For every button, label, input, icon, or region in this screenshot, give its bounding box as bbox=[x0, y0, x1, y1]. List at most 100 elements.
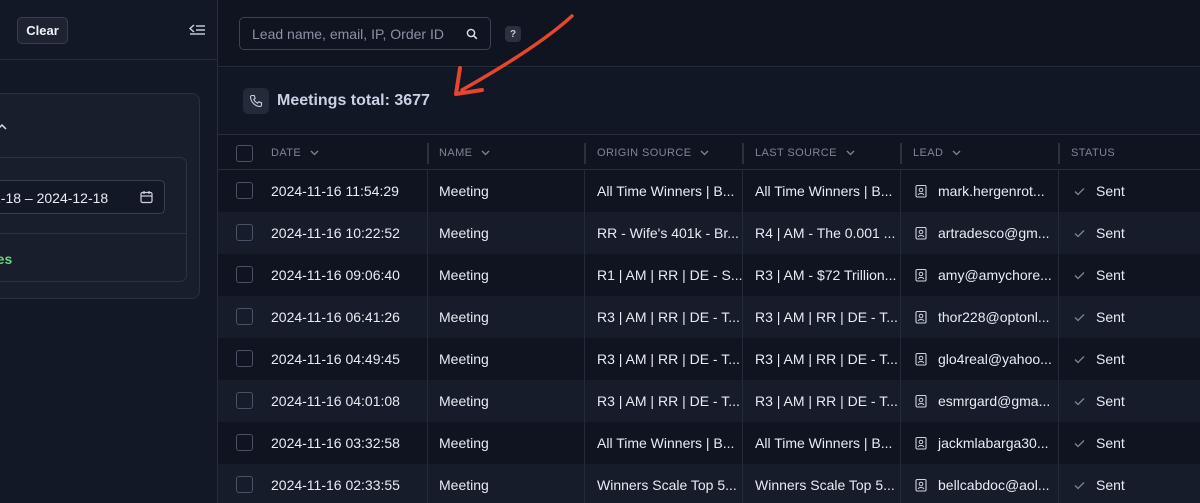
date-range-panel: 2-18 – 2024-12-18 tes bbox=[0, 157, 187, 282]
table-row[interactable]: 2024-11-16 03:32:58 Meeting All Time Win… bbox=[218, 422, 1200, 464]
table-row[interactable]: 2024-11-16 09:06:40 Meeting R1 | AM | RR… bbox=[218, 254, 1200, 296]
origin-source-cell: R1 | AM | RR | DE - S... bbox=[597, 267, 742, 283]
date-range-value: 2-18 – 2024-12-18 bbox=[0, 190, 109, 206]
column-header-status[interactable]: STATUS bbox=[1071, 136, 1115, 170]
origin-source-cell: R3 | AM | RR | DE - T... bbox=[597, 393, 740, 409]
lead-email: bellcabdoc@aol... bbox=[938, 477, 1050, 493]
row-checkbox[interactable] bbox=[236, 266, 253, 283]
search-input[interactable] bbox=[240, 18, 458, 49]
lead-email: esmrgard@gma... bbox=[938, 393, 1051, 409]
table-row[interactable]: 2024-11-16 06:41:26 Meeting R3 | AM | RR… bbox=[218, 296, 1200, 338]
divider bbox=[0, 233, 187, 234]
column-divider bbox=[742, 170, 743, 503]
page-header: Meetings total: 3677 bbox=[218, 68, 1200, 135]
status-cell: Sent bbox=[1074, 296, 1194, 338]
status-label: Sent bbox=[1096, 477, 1125, 493]
status-cell: Sent bbox=[1074, 380, 1194, 422]
lead-cell[interactable]: mark.hergenrot... bbox=[915, 170, 1058, 212]
row-checkbox[interactable] bbox=[236, 224, 253, 241]
name-cell: Meeting bbox=[439, 477, 489, 493]
table-row[interactable]: 2024-11-16 04:49:45 Meeting R3 | AM | RR… bbox=[218, 338, 1200, 380]
status-cell: Sent bbox=[1074, 212, 1194, 254]
column-resizer[interactable] bbox=[742, 143, 744, 164]
contact-badge-icon bbox=[915, 352, 927, 366]
column-resizer[interactable] bbox=[584, 143, 586, 164]
date-cell: 2024-11-16 04:01:08 bbox=[271, 393, 400, 409]
column-resizer[interactable] bbox=[1058, 143, 1060, 164]
date-cell: 2024-11-16 02:33:55 bbox=[271, 477, 400, 493]
column-header-label: DATE bbox=[271, 147, 302, 159]
lead-cell[interactable]: thor228@optonl... bbox=[915, 296, 1058, 338]
name-cell: Meeting bbox=[439, 183, 489, 199]
help-icon[interactable]: ? bbox=[505, 26, 521, 42]
column-header-name[interactable]: NAME bbox=[439, 136, 490, 170]
row-checkbox[interactable] bbox=[236, 350, 253, 367]
sidebar-header: Clear bbox=[0, 0, 217, 60]
origin-source-cell: R3 | AM | RR | DE - T... bbox=[597, 351, 740, 367]
clear-filters-button[interactable]: Clear bbox=[17, 17, 68, 44]
lead-cell[interactable]: amy@amychore... bbox=[915, 254, 1058, 296]
column-header-label: NAME bbox=[439, 147, 473, 159]
lead-email: glo4real@yahoo... bbox=[938, 351, 1052, 367]
table-row[interactable]: 2024-11-16 11:54:29 Meeting All Time Win… bbox=[218, 170, 1200, 212]
column-header-last-source[interactable]: LAST SOURCE bbox=[755, 136, 855, 170]
table-row[interactable]: 2024-11-16 10:22:52 Meeting RR - Wife's … bbox=[218, 212, 1200, 254]
column-divider bbox=[427, 170, 428, 503]
collapse-sidebar-icon[interactable] bbox=[188, 22, 206, 38]
column-divider bbox=[584, 170, 585, 503]
row-checkbox[interactable] bbox=[236, 476, 253, 493]
last-source-cell: R3 | AM - $72 Trillion... bbox=[755, 267, 897, 283]
column-header-origin-source[interactable]: ORIGIN SOURCE bbox=[597, 136, 709, 170]
row-checkbox[interactable] bbox=[236, 434, 253, 451]
date-cell: 2024-11-16 03:32:58 bbox=[271, 435, 400, 451]
search-icon[interactable] bbox=[466, 28, 478, 40]
top-bar: ? bbox=[218, 0, 1200, 67]
column-header-label: LAST SOURCE bbox=[755, 147, 837, 159]
column-header-lead[interactable]: LEAD bbox=[913, 136, 961, 170]
lead-cell[interactable]: artradesco@gm... bbox=[915, 212, 1058, 254]
lead-email: thor228@optonl... bbox=[938, 309, 1050, 325]
row-checkbox[interactable] bbox=[236, 308, 253, 325]
calendar-icon[interactable] bbox=[140, 190, 153, 204]
lead-cell[interactable]: bellcabdoc@aol... bbox=[915, 464, 1058, 503]
phone-icon bbox=[243, 88, 269, 114]
last-source-cell: R3 | AM | RR | DE - T... bbox=[755, 309, 898, 325]
contact-badge-icon bbox=[915, 268, 927, 282]
column-resizer[interactable] bbox=[900, 143, 902, 164]
origin-source-cell: Winners Scale Top 5... bbox=[597, 477, 737, 493]
search-box bbox=[239, 17, 491, 50]
check-icon bbox=[1074, 355, 1085, 363]
status-cell: Sent bbox=[1074, 254, 1194, 296]
name-cell: Meeting bbox=[439, 351, 489, 367]
select-all-checkbox[interactable] bbox=[236, 145, 253, 162]
contact-badge-icon bbox=[915, 184, 927, 198]
lead-cell[interactable]: jackmlabarga30... bbox=[915, 422, 1058, 464]
lead-email: amy@amychore... bbox=[938, 267, 1052, 283]
quick-option-label[interactable]: tes bbox=[0, 251, 12, 267]
row-checkbox[interactable] bbox=[236, 182, 253, 199]
last-source-cell: Winners Scale Top 5... bbox=[755, 477, 895, 493]
contact-badge-icon bbox=[915, 310, 927, 324]
status-label: Sent bbox=[1096, 267, 1125, 283]
status-cell: Sent bbox=[1074, 422, 1194, 464]
name-cell: Meeting bbox=[439, 225, 489, 241]
lead-cell[interactable]: glo4real@yahoo... bbox=[915, 338, 1058, 380]
check-icon bbox=[1074, 229, 1085, 237]
column-resizer[interactable] bbox=[427, 143, 429, 164]
column-header-label: STATUS bbox=[1071, 147, 1116, 159]
column-header-date[interactable]: DATE bbox=[271, 136, 319, 170]
table-row[interactable]: 2024-11-16 04:01:08 Meeting R3 | AM | RR… bbox=[218, 380, 1200, 422]
date-range-input[interactable]: 2-18 – 2024-12-18 bbox=[0, 180, 165, 214]
table-row[interactable]: 2024-11-16 02:33:55 Meeting Winners Scal… bbox=[218, 464, 1200, 503]
chevron-up-icon[interactable] bbox=[0, 118, 7, 133]
check-icon bbox=[1074, 397, 1085, 405]
lead-cell[interactable]: esmrgard@gma... bbox=[915, 380, 1058, 422]
chevron-down-icon bbox=[310, 150, 319, 156]
contact-badge-icon bbox=[915, 478, 927, 492]
date-filter-card: 2-18 – 2024-12-18 tes bbox=[0, 93, 200, 299]
status-label: Sent bbox=[1096, 183, 1125, 199]
chevron-down-icon bbox=[481, 150, 490, 156]
row-checkbox[interactable] bbox=[236, 392, 253, 409]
column-header-label: LEAD bbox=[913, 147, 944, 159]
status-label: Sent bbox=[1096, 393, 1125, 409]
